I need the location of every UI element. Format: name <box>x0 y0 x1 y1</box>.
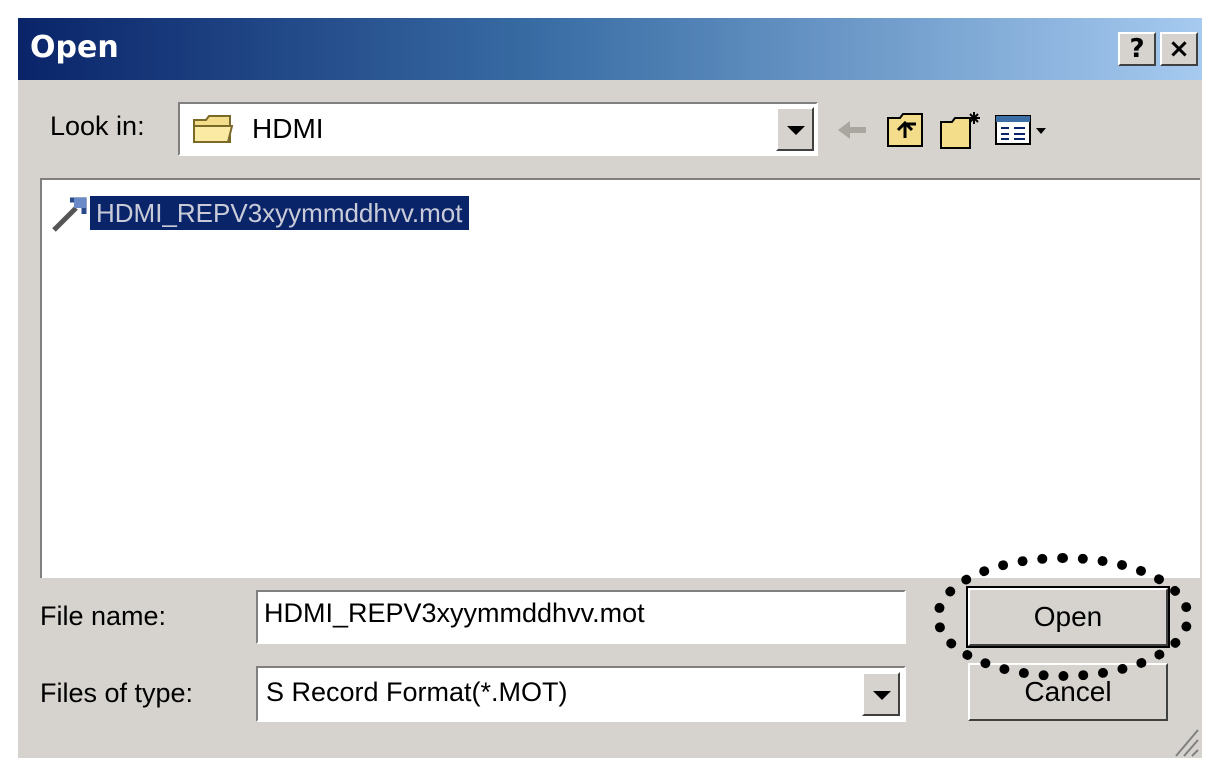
up-folder-icon[interactable] <box>884 108 928 152</box>
cancel-button[interactable]: Cancel <box>968 663 1168 721</box>
new-folder-icon[interactable] <box>938 108 982 152</box>
window-title: Open <box>30 30 119 65</box>
open-dialog: Open ? × Look in: HDMI HDMI_REPV3xyymmdd… <box>18 18 1202 758</box>
file-name-label: File name: <box>40 601 167 631</box>
files-of-type-value: S Record Format(*.MOT) <box>266 677 568 707</box>
files-of-type-dropdown[interactable]: S Record Format(*.MOT) <box>256 666 906 722</box>
look-in-label: Look in: <box>50 111 145 141</box>
back-arrow-icon[interactable] <box>830 108 874 152</box>
resize-grip-icon[interactable] <box>1168 718 1202 758</box>
look-in-value: HDMI <box>252 113 324 144</box>
files-of-type-label: Files of type: <box>40 678 194 708</box>
file-icon <box>52 197 87 232</box>
file-name-selected[interactable]: HDMI_REPV3xyymmddhvv.mot <box>90 196 469 230</box>
folder-icon <box>193 115 234 143</box>
file-list[interactable]: HDMI_REPV3xyymmddhvv.mot <box>40 178 1200 578</box>
look-in-dropdown-button[interactable] <box>776 107 814 151</box>
open-button[interactable]: Open <box>966 586 1170 648</box>
look-in-dropdown[interactable]: HDMI <box>178 102 818 156</box>
view-menu-icon[interactable] <box>992 108 1054 152</box>
chevron-down-icon <box>873 691 891 700</box>
file-name-field[interactable]: HDMI_REPV3xyymmddhvv.mot <box>256 590 906 644</box>
chevron-down-icon <box>787 126 805 135</box>
files-of-type-dropdown-button[interactable] <box>862 672 900 716</box>
help-button[interactable]: ? <box>1118 32 1156 66</box>
title-bar[interactable]: Open ? × <box>18 18 1202 80</box>
close-button[interactable]: × <box>1160 32 1198 66</box>
